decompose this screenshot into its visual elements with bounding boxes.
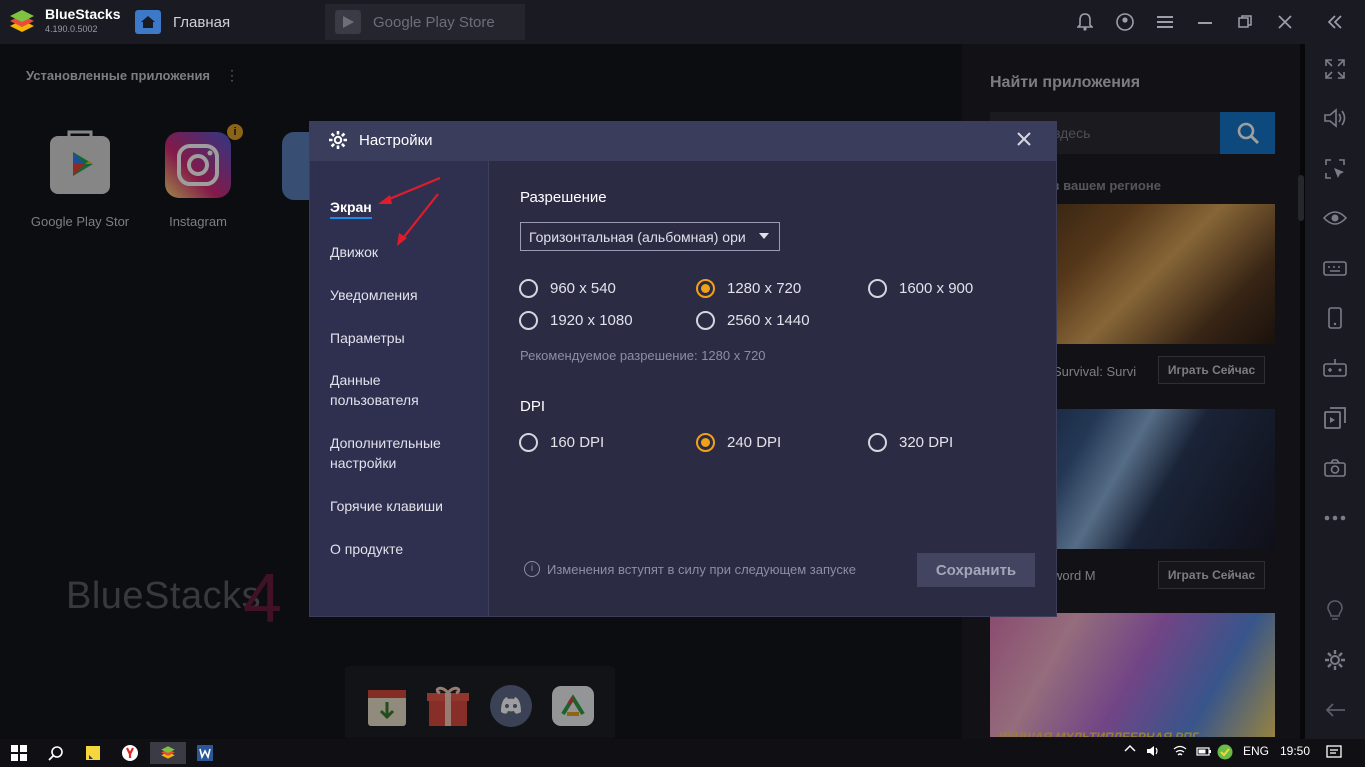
gamepad-icon[interactable] bbox=[1320, 355, 1350, 381]
restore-icon[interactable] bbox=[1234, 11, 1256, 33]
active-tab-indicator bbox=[330, 217, 372, 219]
chevron-down-icon bbox=[759, 233, 769, 239]
nav-item-advanced[interactable]: Дополнительные настройки bbox=[330, 433, 470, 473]
collapse-icon[interactable] bbox=[1324, 11, 1346, 33]
side-toolbar bbox=[1305, 44, 1365, 739]
radio-320dpi[interactable]: 320 DPI bbox=[868, 433, 953, 452]
radio-button[interactable] bbox=[519, 311, 538, 330]
minimize-icon[interactable] bbox=[1194, 11, 1216, 33]
yandex-browser-icon[interactable] bbox=[117, 742, 143, 764]
search-icon[interactable] bbox=[43, 742, 69, 764]
radio-label: 160 DPI bbox=[550, 434, 605, 451]
bluestacks-taskbar-icon[interactable] bbox=[150, 742, 186, 764]
volume-tray-icon[interactable] bbox=[1146, 744, 1162, 761]
radio-button[interactable] bbox=[868, 433, 887, 452]
clock[interactable]: 19:50 bbox=[1280, 744, 1310, 758]
close-icon[interactable] bbox=[1274, 11, 1296, 33]
more-icon[interactable] bbox=[1320, 505, 1350, 531]
bell-icon[interactable] bbox=[1074, 11, 1096, 33]
radio-button-selected[interactable] bbox=[696, 279, 715, 298]
import-icon[interactable] bbox=[1320, 405, 1350, 431]
language-indicator[interactable]: ENG bbox=[1243, 744, 1269, 758]
camera-icon[interactable] bbox=[1320, 455, 1350, 481]
back-icon[interactable] bbox=[1320, 697, 1350, 723]
radio-label: 960 x 540 bbox=[550, 280, 616, 297]
network-tray-icon[interactable] bbox=[1172, 744, 1188, 761]
radio-160dpi[interactable]: 160 DPI bbox=[519, 433, 604, 452]
annotation-arrows bbox=[378, 176, 441, 246]
dpi-title: DPI bbox=[520, 398, 546, 415]
volume-icon[interactable] bbox=[1320, 105, 1350, 131]
keyboard-icon[interactable] bbox=[1320, 255, 1350, 281]
nav-item-shortcuts[interactable]: Горячие клавиши bbox=[330, 496, 470, 516]
radio-1600x900[interactable]: 1600 x 900 bbox=[868, 279, 973, 298]
bluestacks-logo bbox=[10, 10, 34, 32]
dialog-title: Настройки bbox=[359, 132, 433, 149]
radio-button[interactable] bbox=[868, 279, 887, 298]
info-icon: i bbox=[524, 561, 540, 577]
home-icon bbox=[135, 10, 161, 34]
tray-chevron-icon[interactable] bbox=[1124, 743, 1136, 758]
app-name: BlueStacks bbox=[45, 6, 121, 22]
radio-1920x1080[interactable]: 1920 x 1080 bbox=[519, 311, 633, 330]
nav-item-preferences[interactable]: Параметры bbox=[330, 328, 470, 348]
tab-label: Google Play Store bbox=[373, 13, 495, 31]
tab-home[interactable]: Главная bbox=[125, 4, 325, 40]
radio-button[interactable] bbox=[519, 279, 538, 298]
radio-button-selected[interactable] bbox=[696, 433, 715, 452]
gear-icon bbox=[329, 131, 347, 149]
close-icon bbox=[1017, 132, 1031, 146]
battery-tray-icon[interactable] bbox=[1196, 744, 1212, 761]
eye-icon[interactable] bbox=[1320, 205, 1350, 231]
notifications-icon[interactable] bbox=[1326, 744, 1342, 763]
radio-1280x720[interactable]: 1280 x 720 bbox=[696, 279, 801, 298]
radio-2560x1440[interactable]: 2560 x 1440 bbox=[696, 311, 810, 330]
select-icon[interactable] bbox=[1320, 156, 1350, 182]
orientation-select[interactable]: Горизонтальная (альбомная) ори bbox=[520, 222, 780, 251]
nav-item-notifications[interactable]: Уведомления bbox=[330, 285, 470, 305]
save-button[interactable]: Сохранить bbox=[917, 553, 1035, 587]
radio-button[interactable] bbox=[519, 433, 538, 452]
radio-button[interactable] bbox=[696, 311, 715, 330]
nav-item-about[interactable]: О продукте bbox=[330, 539, 470, 559]
app-version: 4.190.0.5002 bbox=[45, 24, 98, 34]
tab-play-store[interactable]: Google Play Store bbox=[325, 4, 525, 40]
nav-item-user-data[interactable]: Данные пользователя bbox=[330, 370, 440, 410]
restart-note: i Изменения вступят в силу при следующем… bbox=[524, 561, 856, 577]
resolution-title: Разрешение bbox=[520, 189, 607, 206]
recommended-resolution: Рекомендуемое разрешение: 1280 x 720 bbox=[520, 348, 766, 363]
radio-960x540[interactable]: 960 x 540 bbox=[519, 279, 616, 298]
radio-label: 2560 x 1440 bbox=[727, 312, 810, 329]
fullscreen-icon[interactable] bbox=[1320, 56, 1350, 82]
radio-label: 1920 x 1080 bbox=[550, 312, 633, 329]
radio-240dpi[interactable]: 240 DPI bbox=[696, 433, 781, 452]
restart-note-text: Изменения вступят в силу при следующем з… bbox=[547, 561, 856, 577]
radio-label: 1600 x 900 bbox=[899, 280, 974, 297]
settings-icon[interactable] bbox=[1320, 647, 1350, 673]
bulb-icon[interactable] bbox=[1320, 598, 1350, 624]
sticky-notes-icon[interactable] bbox=[80, 742, 106, 764]
account-icon[interactable] bbox=[1114, 11, 1136, 33]
tab-label: Главная bbox=[173, 13, 231, 31]
radio-label: 240 DPI bbox=[727, 434, 782, 451]
radio-label: 320 DPI bbox=[899, 434, 954, 451]
word-icon[interactable] bbox=[192, 742, 218, 764]
windows-start-icon[interactable] bbox=[6, 742, 32, 764]
radio-label: 1280 x 720 bbox=[727, 280, 802, 297]
menu-icon[interactable] bbox=[1154, 11, 1176, 33]
play-store-icon bbox=[335, 10, 361, 34]
phone-icon[interactable] bbox=[1320, 305, 1350, 331]
adguard-tray-icon[interactable] bbox=[1217, 744, 1233, 763]
dialog-close-button[interactable] bbox=[1016, 128, 1032, 152]
